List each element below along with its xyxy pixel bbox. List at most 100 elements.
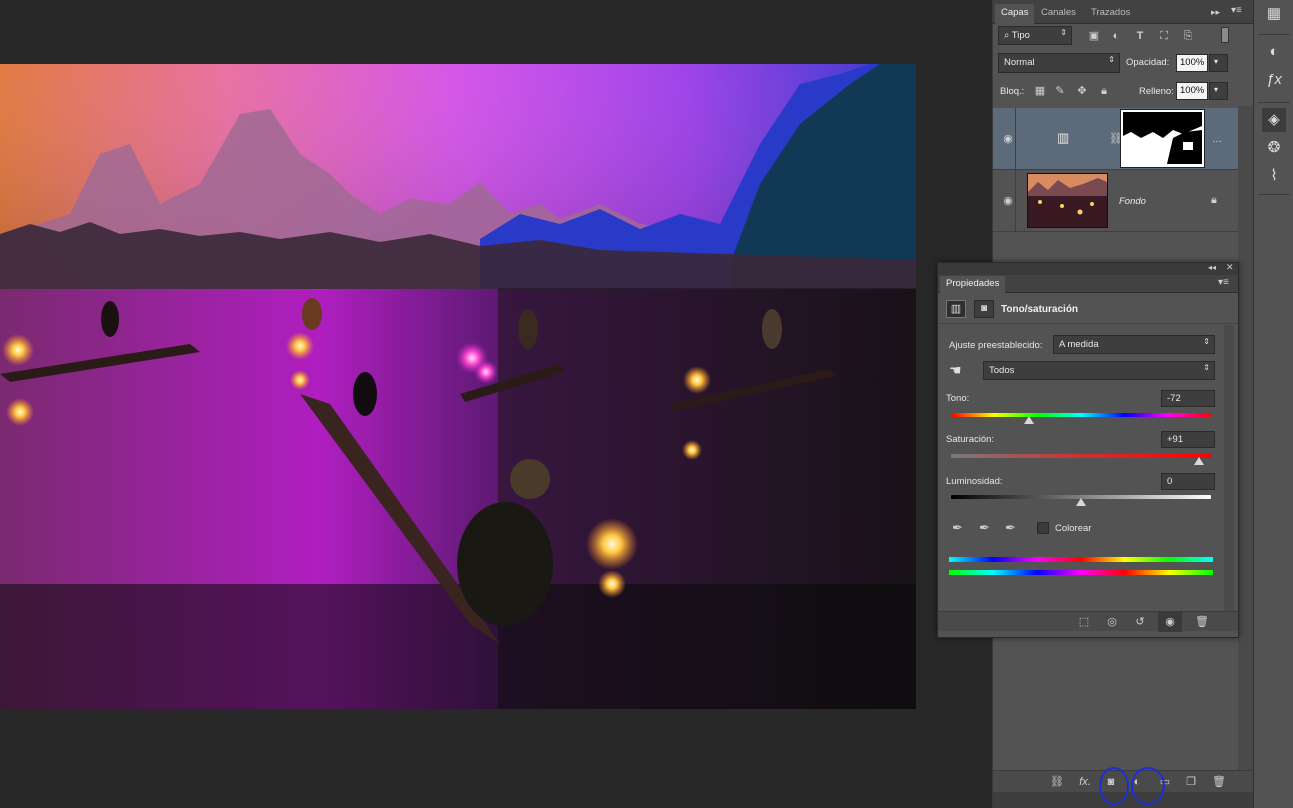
visibility-eye-icon[interactable]: ◉ [1158, 612, 1182, 632]
preset-select[interactable]: A medida ⇕ [1053, 335, 1215, 354]
layer-name[interactable]: Fondo [1119, 196, 1146, 207]
document-image[interactable] [0, 64, 916, 709]
new-layer-icon[interactable]: ❐ [1183, 775, 1199, 789]
clip-to-layer-icon[interactable]: ⬚ [1076, 615, 1092, 629]
layer-row-fondo[interactable]: ◉ Fondo 🔒︎ [993, 170, 1238, 232]
layer-thumbnail[interactable] [1027, 173, 1108, 228]
trash-icon[interactable]: 🗑︎ [1211, 775, 1227, 789]
lock-brush-icon[interactable]: ✎ [1053, 84, 1067, 98]
eyedropper-add-icon[interactable]: ✒ [979, 520, 990, 536]
panel-menu-icon[interactable]: ▾≡ [1218, 277, 1229, 288]
hue-slider-thumb[interactable] [1024, 416, 1034, 424]
properties-scrollbar[interactable] [1224, 325, 1234, 611]
right-dock-bar: ▦ ◐ ƒx ◈ ❂ ⌇ [1253, 0, 1293, 808]
tab-channels[interactable]: Canales [1035, 4, 1082, 24]
preset-value: A medida [1059, 339, 1099, 350]
tab-properties[interactable]: Propiedades [940, 276, 1006, 293]
opacity-dropdown-button[interactable]: ▾ [1209, 54, 1228, 72]
adjustments-panel-icon[interactable]: ◐ [1262, 40, 1286, 64]
lightness-label: Luminosidad: [946, 476, 1003, 487]
chevron-updown-icon: ⇕ [1108, 55, 1115, 64]
filter-pixel-icon[interactable]: ▣ [1087, 29, 1101, 43]
tab-paths[interactable]: Trazados [1085, 4, 1136, 24]
blend-mode-label: Normal [1004, 57, 1035, 68]
properties-titlebar[interactable]: ◂◂ ✕ [938, 262, 1238, 275]
lock-label: Bloq.: [1000, 86, 1025, 97]
chevron-updown-icon: ⇕ [1203, 337, 1210, 346]
visibility-eye-icon[interactable]: ◉ [1001, 194, 1015, 208]
document-canvas-area[interactable] [0, 0, 992, 808]
chevron-updown-icon: ⇕ [1203, 363, 1210, 372]
lightness-slider-thumb[interactable] [1076, 498, 1086, 506]
dock-divider [1258, 102, 1290, 103]
view-previous-icon[interactable]: ◎ [1104, 615, 1120, 629]
layer-filter-select[interactable]: ⌕ Tipo ⇕ [998, 26, 1072, 45]
channel-value: Todos [989, 365, 1015, 376]
opacity-input[interactable]: 100% [1176, 54, 1208, 72]
saturation-slider-thumb[interactable] [1194, 457, 1205, 465]
tab-layers[interactable]: Capas [995, 4, 1035, 24]
lock-icon: 🔒︎ [1211, 194, 1217, 206]
fx-icon[interactable]: fx. [1077, 775, 1093, 789]
properties-bottom-bar: ⬚ ◎ ↺ ◉ 🗑︎ [938, 611, 1238, 632]
filter-shape-icon[interactable]: ⛶ [1157, 29, 1171, 43]
adjustment-layer-icon: ▥ [1057, 130, 1070, 145]
channels-panel-icon[interactable]: ❂ [1262, 136, 1286, 160]
preset-label: Ajuste preestablecido: [949, 340, 1043, 351]
fill-dropdown-button[interactable]: ▾ [1209, 82, 1228, 100]
styles-panel-icon[interactable]: ƒx [1262, 68, 1286, 92]
lock-all-icon[interactable]: 🔒︎ [1097, 84, 1111, 98]
saturation-label: Saturación: [946, 434, 995, 445]
layers-scrollbar[interactable] [1238, 106, 1254, 770]
eyedropper-subtract-icon[interactable]: ✒ [1005, 520, 1016, 536]
opacity-label: Opacidad: [1126, 57, 1170, 68]
input-spectrum-bar [949, 557, 1213, 562]
mask-icon[interactable]: ◙ [974, 300, 994, 318]
layer-more-icon[interactable]: … [1212, 134, 1222, 145]
saturation-slider-track[interactable] [951, 454, 1211, 458]
lightness-input[interactable]: 0 [1161, 473, 1215, 490]
layers-panel-tabbar: Capas Canales Trazados ▸▸ ▾≡ [993, 0, 1253, 24]
visibility-eye-icon[interactable]: ◉ [1001, 132, 1015, 146]
annotation-circles [1099, 767, 1165, 805]
properties-title: Tono/saturación [1001, 304, 1079, 315]
row-divider [1015, 170, 1016, 232]
hue-label: Tono: [946, 393, 970, 404]
row-divider [1015, 108, 1016, 170]
hue-slider-track[interactable] [951, 413, 1211, 417]
link-layers-icon[interactable]: ⛓ [1049, 775, 1065, 789]
hue-input[interactable]: -72 [1161, 390, 1215, 407]
filter-text-icon[interactable]: T [1133, 29, 1147, 43]
layer-row-hue-saturation[interactable]: ◉ ▥ ⛓ … [993, 108, 1238, 170]
grid-panel-icon[interactable]: ▦ [1262, 2, 1286, 26]
panel-menu-icon[interactable]: ▾≡ [1231, 5, 1242, 16]
lock-position-icon[interactable]: ✥ [1075, 84, 1089, 98]
lock-transparent-icon[interactable]: ▦ [1033, 84, 1047, 98]
channel-select[interactable]: Todos ⇕ [983, 361, 1215, 380]
eyedropper-icon[interactable]: ✒ [952, 520, 963, 536]
trash-icon[interactable]: 🗑︎ [1194, 615, 1210, 629]
on-image-adjust-hand-icon[interactable]: ☚ [949, 362, 962, 379]
panel-collapse-icon[interactable]: ▸▸ [1211, 7, 1220, 18]
layers-panel-icon[interactable]: ◈ [1262, 108, 1286, 132]
fill-input[interactable]: 100% [1176, 82, 1208, 100]
close-icon[interactable]: ✕ [1226, 262, 1234, 273]
panel-collapse-icon[interactable]: ◂◂ [1208, 263, 1216, 272]
fill-label: Relleno: [1139, 86, 1174, 97]
properties-panel: ◂◂ ✕ Propiedades ▾≡ ▥ ◙ Tono/saturación … [937, 262, 1239, 638]
dock-divider [1258, 194, 1290, 195]
reset-icon[interactable]: ↺ [1132, 615, 1148, 629]
blend-mode-select[interactable]: Normal ⇕ [998, 53, 1120, 73]
colorize-checkbox[interactable] [1037, 522, 1049, 534]
filter-adjustment-icon[interactable]: ◐ [1109, 29, 1123, 43]
saturation-input[interactable]: +91 [1161, 431, 1215, 448]
filter-toggle-switch[interactable] [1221, 27, 1229, 43]
filter-smartobject-icon[interactable]: ⎘ [1181, 29, 1195, 43]
properties-header: ▥ ◙ Tono/saturación [938, 294, 1238, 324]
adjustment-icon[interactable]: ▥ [946, 300, 966, 318]
chevron-updown-icon: ⇕ [1060, 28, 1067, 37]
paths-panel-icon[interactable]: ⌇ [1262, 164, 1286, 188]
output-spectrum-bar [949, 570, 1213, 575]
layer-mask-thumbnail[interactable] [1120, 109, 1205, 168]
photo-cormorant-fishermen [0, 64, 916, 709]
